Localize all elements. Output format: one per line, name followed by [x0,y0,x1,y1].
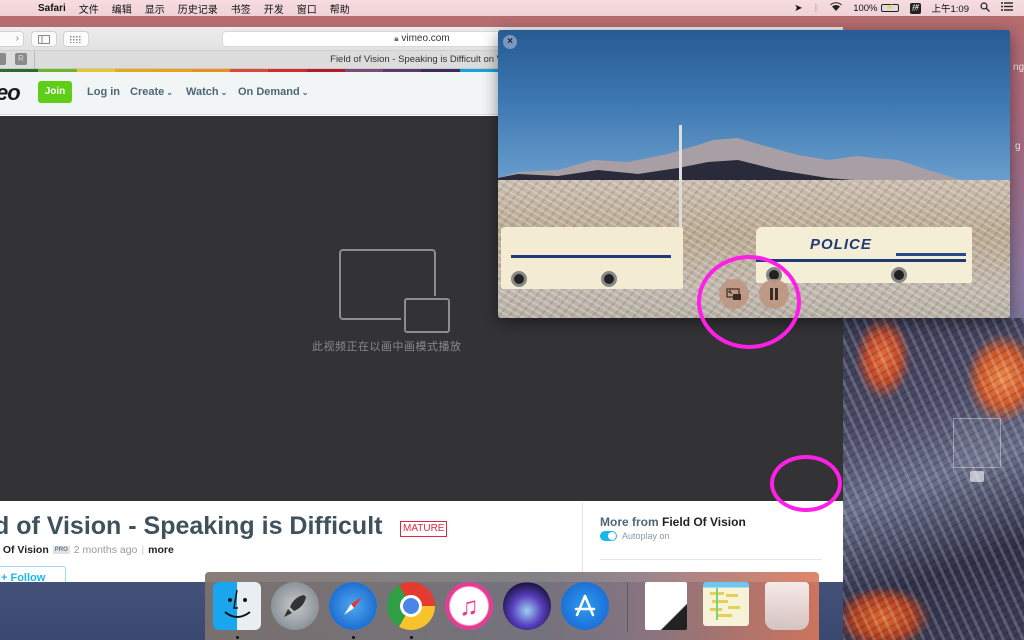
nav-login[interactable]: Log in [87,86,120,98]
menu-history[interactable]: 历史记录 [178,1,218,16]
chevron-down-icon: ⌄ [220,88,228,97]
dock-safari-icon[interactable] [329,582,377,630]
chevron-down-icon: ⌄ [301,88,309,97]
notification-center-icon[interactable] [1001,2,1013,14]
dock-itunes-icon[interactable]: ♫ [445,582,493,630]
nav-on-demand[interactable]: On Demand ⌄ [238,86,308,98]
channel-link[interactable]: l Of Vision [0,544,49,556]
input-method-icon[interactable]: 拼 [909,2,921,14]
highlight-ring-player-controls [770,455,842,512]
posted-date: 2 months ago [73,544,138,556]
pip-message: 此视频正在以画中画模式播放 [312,341,462,353]
wifi-icon[interactable] [830,2,843,14]
running-indicator [352,636,355,639]
menu-bar: Safari 文件 编辑 显示 历史记录 书签 开发 窗口 帮助 ➤ ᛒ 100… [0,0,1024,16]
pinned-tab-favicon[interactable]: R [15,53,27,65]
dock-document-icon[interactable] [645,582,687,630]
autoplay-toggle[interactable] [600,531,617,541]
dock-finder-icon[interactable] [213,582,261,630]
video-title: d of Vision - Speaking is Difficult [0,512,383,540]
dock-trash-icon[interactable] [765,582,809,630]
menu-window[interactable]: 窗口 [297,1,317,16]
video-truck-sheriff [501,227,683,289]
vimeo-logo[interactable]: eo [0,80,21,106]
top-sites-button[interactable] [63,31,89,47]
lock-icon: 🔒︎ [394,34,399,43]
desktop-widget-frame [953,418,1001,468]
picture-in-picture-placeholder-icon [339,249,450,333]
pinned-tab[interactable] [0,53,6,65]
autoplay-row: Autoplay on [600,531,670,541]
status-area: ➤ ᛒ 100% ⚡ 拼 上午1:09 [794,0,1024,16]
battery-icon[interactable]: ⚡ [880,3,899,14]
bluetooth-icon[interactable]: ᛒ [813,3,819,14]
autoplay-label: Autoplay on [622,531,670,541]
nav-watch[interactable]: Watch ⌄ [186,86,227,98]
grid-icon [70,36,81,43]
follow-button[interactable]: + Follow [0,566,66,582]
chevron-down-icon: ⌄ [166,88,173,97]
running-indicator [410,636,413,639]
video-info: d of Vision - Speaking is Difficult MATU… [0,502,843,582]
dock-app-store-icon[interactable] [561,582,609,630]
pip-close-button[interactable]: × [503,35,517,49]
more-from-sidebar: More from Field Of Vision Autoplay on [582,502,843,582]
police-text: POLICE [810,236,872,253]
divider [600,559,822,560]
dock-folder-icon[interactable] [703,582,749,626]
menu-app-name[interactable]: Safari [38,3,66,14]
menu-file[interactable]: 文件 [79,1,99,16]
battery-percent[interactable]: 100% [853,3,877,14]
dock-chrome-icon[interactable] [387,582,435,630]
pro-badge: PRO [52,546,70,555]
apple-logo-icon [970,471,984,482]
menu-bookmarks[interactable]: 书签 [231,1,251,16]
menu-edit[interactable]: 编辑 [112,1,132,16]
join-button[interactable]: Join [38,81,72,103]
dock-siri-icon[interactable] [503,582,551,630]
desktop-label: g [1015,141,1021,152]
menu-help[interactable]: 帮助 [330,1,350,16]
byline: l Of Vision PRO 2 months ago | more [0,544,174,556]
running-indicator [236,636,239,639]
active-tab-title[interactable]: Field of Vision - Speaking is Difficult … [330,54,503,65]
sidebar-toggle-button[interactable] [31,31,57,47]
nav-create[interactable]: Create ⌄ [130,86,173,98]
highlight-ring-pip-controls [697,255,801,349]
dock-separator [627,582,628,632]
dock-launchpad-icon[interactable] [271,582,319,630]
spotlight-icon[interactable] [980,1,990,15]
location-icon[interactable]: ➤ [794,3,802,14]
sidebar-icon [38,35,50,44]
more-link[interactable]: more [148,544,174,556]
more-from-heading: More from Field Of Vision [600,515,746,529]
desktop-wallpaper [843,318,1024,640]
mature-badge: MATURE [400,521,448,537]
desktop-label: ng [1013,62,1024,73]
dock: ♫ [205,572,819,640]
more-from-channel[interactable]: Field Of Vision [662,515,746,529]
menu-view[interactable]: 显示 [145,1,165,16]
url-text: vimeo.com [401,33,450,44]
clock[interactable]: 上午1:09 [932,1,970,15]
forward-button[interactable]: › [0,31,24,47]
menu-develop[interactable]: 开发 [264,1,284,16]
